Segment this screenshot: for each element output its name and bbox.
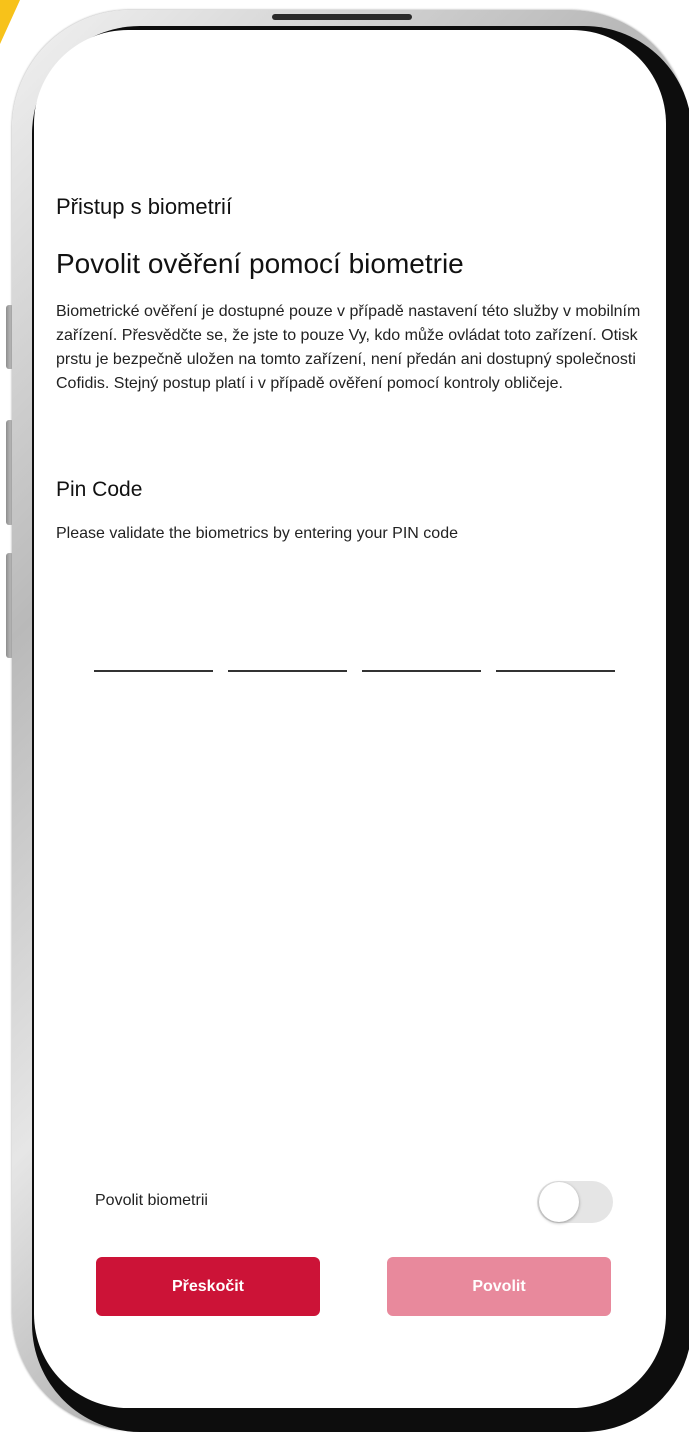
page-title: Přistup s biometrií xyxy=(56,194,233,219)
pin-digit-3[interactable] xyxy=(362,640,481,672)
earpiece-speaker xyxy=(272,14,412,20)
biometrics-description: Biometrické ověření je dostupné pouze v … xyxy=(56,303,641,392)
corner-accent xyxy=(0,0,20,44)
pin-digit-1[interactable] xyxy=(94,640,213,672)
stage: Přistup s biometrií Povolit ověření pomo… xyxy=(0,0,689,1434)
allow-button[interactable]: Povolit xyxy=(387,1257,611,1316)
biometrics-toggle-label: Povolit biometrii xyxy=(95,1192,208,1209)
pin-digit-4[interactable] xyxy=(496,640,615,672)
pin-digit-2[interactable] xyxy=(228,640,347,672)
section-heading: Povolit ověření pomocí biometrie xyxy=(56,248,464,279)
skip-button[interactable]: Přeskočit xyxy=(96,1257,320,1316)
biometrics-toggle[interactable] xyxy=(537,1181,613,1223)
pin-code-title: Pin Code xyxy=(56,478,143,501)
phone-screen: Přistup s biometrií Povolit ověření pomo… xyxy=(34,30,666,1408)
pin-code-instruction: Please validate the biometrics by enteri… xyxy=(56,525,458,542)
toggle-knob xyxy=(539,1182,579,1222)
